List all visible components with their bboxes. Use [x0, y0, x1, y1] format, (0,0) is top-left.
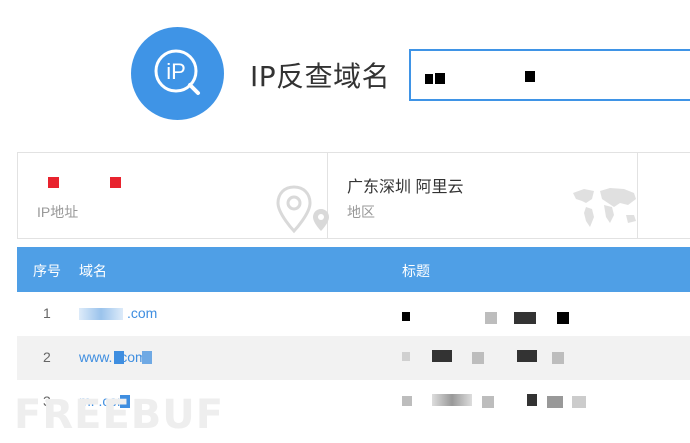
- page-title: IP反查域名: [250, 60, 391, 93]
- ip-redaction-mark: [110, 177, 121, 188]
- redaction-mark: [482, 396, 494, 408]
- redaction-mark: [79, 308, 123, 320]
- search-field[interactable]: [409, 49, 690, 101]
- location-pin-icon: [276, 185, 329, 234]
- row-index: 1: [43, 305, 51, 321]
- redaction-mark: [572, 396, 586, 408]
- redaction-mark: [517, 350, 537, 362]
- watermark: FREEBUF: [14, 392, 225, 438]
- redaction-mark: [425, 74, 433, 84]
- redaction-mark: [435, 73, 445, 84]
- region-label: 地区: [347, 204, 375, 220]
- region-cell: 广东深圳 阿里云 地区: [328, 153, 638, 238]
- table-row: 2 www. .com: [17, 336, 690, 380]
- result-table-header: 序号 域名 标题: [17, 247, 690, 292]
- redaction-mark: [514, 312, 536, 324]
- column-header-title: 标题: [402, 263, 430, 279]
- redaction-mark: [402, 352, 410, 361]
- ip-logo-icon: iP: [131, 27, 224, 120]
- redaction-mark: [114, 351, 124, 364]
- redaction-mark: [472, 352, 484, 364]
- redaction-mark: [485, 312, 497, 324]
- redaction-mark: [142, 351, 152, 364]
- redaction-mark: [547, 396, 563, 408]
- column-header-index: 序号: [33, 263, 61, 279]
- ip-cell: IP地址: [18, 153, 329, 238]
- row-index: 2: [43, 349, 51, 365]
- redaction-mark: [525, 71, 535, 82]
- ip-label: IP地址: [37, 204, 79, 220]
- table-row: 1 .com: [17, 292, 690, 336]
- redaction-mark: [557, 312, 569, 324]
- redaction-mark: [402, 396, 412, 406]
- logo-text: iP: [166, 59, 186, 84]
- region-value: 广东深圳 阿里云: [347, 179, 464, 196]
- redaction-mark: [432, 350, 452, 362]
- redaction-mark: [527, 394, 537, 406]
- extra-cell: [638, 153, 690, 238]
- redaction-mark: [402, 312, 410, 321]
- ip-redaction-mark: [48, 177, 59, 188]
- search-input[interactable]: [411, 51, 690, 99]
- domain-link[interactable]: www. .com: [79, 349, 147, 365]
- redaction-mark: [432, 394, 472, 406]
- column-header-domain: 域名: [79, 263, 107, 279]
- world-map-icon: [573, 188, 636, 227]
- redaction-mark: [552, 352, 564, 364]
- ip-info-card: IP地址 广东深圳 阿里云 地区: [17, 152, 690, 239]
- domain-link[interactable]: .com: [127, 305, 157, 321]
